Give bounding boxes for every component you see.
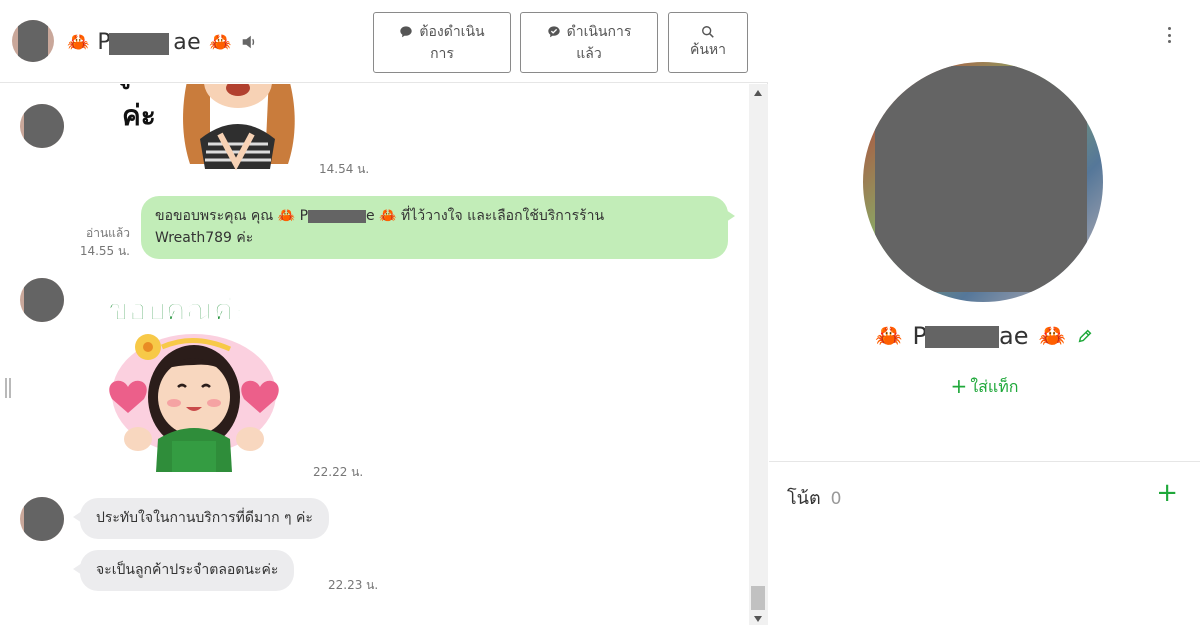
redaction-block: [24, 278, 64, 322]
profile-name-group: 🦀 Pae 🦀: [769, 322, 1200, 350]
message-time: 14.54 น.: [319, 162, 370, 176]
contact-name-suffix: ae: [173, 29, 202, 55]
notes-label: โน้ต: [787, 488, 821, 509]
outgoing-message-bubble[interactable]: ขอขอบพระคุณ คุณ 🦀 P e 🦀 ที่ไว้วางใจ และเล…: [141, 196, 735, 259]
todo-label-line1: ต้องดำเนิน: [419, 23, 485, 40]
message-time: 22.22 น.: [313, 465, 364, 479]
sticker-image[interactable]: ค่ะ จ: [110, 84, 300, 174]
message-time: 22.23 น.: [328, 578, 379, 592]
redaction-block: [18, 20, 48, 62]
add-tag-button[interactable]: + ใส่แท็ก: [769, 374, 1200, 400]
incoming-message-bubble[interactable]: จะเป็นลูกค้าประจำตลอดนะค่ะ: [72, 550, 295, 591]
add-tag-label: ใส่แท็ก: [970, 377, 1019, 396]
search-icon: [701, 25, 715, 39]
scroll-down-arrow-icon[interactable]: [754, 616, 762, 622]
plus-icon: +: [950, 374, 968, 398]
crab-icon: 🦀: [875, 323, 903, 349]
scroll-thumb[interactable]: [751, 586, 765, 610]
sender-avatar[interactable]: [20, 278, 64, 322]
read-time: 14.55 น.: [79, 244, 130, 258]
chat-check-icon: [547, 25, 561, 39]
redaction-block: [109, 32, 170, 55]
message-text: จะเป็นลูกค้าประจำตลอดนะค่ะ: [96, 562, 279, 578]
redaction-block: [24, 104, 64, 148]
scroll-up-arrow-icon[interactable]: [754, 90, 762, 96]
read-receipt: อ่านแล้ว 14.55 น.: [76, 224, 130, 260]
search-button[interactable]: ค้นหา: [668, 12, 748, 73]
done-label-line1: ดำเนินการ: [566, 23, 632, 40]
speaker-icon[interactable]: [240, 33, 258, 51]
message-text: ประทับใจในกานบริการที่ดีมาก ๆ ค่ะ: [96, 510, 313, 526]
contact-avatar[interactable]: [12, 20, 54, 62]
chat-bubble-icon: [399, 25, 413, 39]
more-vertical-icon[interactable]: [1166, 27, 1172, 43]
todo-button[interactable]: ต้องดำเนิน การ: [373, 12, 511, 73]
message-text-part2: e 🦀 ที่ไว้วางใจ และเลือกใช้บริการร้าน: [366, 208, 605, 224]
redaction-block: [924, 326, 999, 348]
profile-panel: 🦀 Pae 🦀 + ใส่แท็ก โน้ต 0 +: [769, 0, 1200, 625]
search-label: ค้นหา: [689, 41, 727, 58]
sticker-text: ค่ะ: [122, 99, 156, 132]
notes-count: 0: [830, 489, 842, 509]
done-label-line2: แล้ว: [576, 45, 602, 62]
profile-name-suffix: ae: [999, 322, 1029, 350]
redaction-block: [875, 66, 1087, 292]
message-text-part1: ขอขอบพระคุณ คุณ 🦀 P: [155, 208, 309, 224]
read-label: อ่านแล้ว: [86, 226, 130, 240]
incoming-message-bubble[interactable]: ประทับใจในกานบริการที่ดีมาก ๆ ค่ะ: [73, 498, 329, 539]
profile-name: Pae: [913, 322, 1029, 350]
pencil-icon[interactable]: [1076, 327, 1094, 345]
message-text-line2: Wreath789 ค่ะ: [155, 230, 254, 246]
add-note-plus-icon[interactable]: +: [1156, 478, 1178, 508]
message-list[interactable]: ค่ะ จ 14.54 น. อ่านแล้ว 14.55 น. ขอขอบพร…: [0, 84, 748, 625]
done-button[interactable]: ดำเนินการ แล้ว: [520, 12, 658, 73]
contact-name-group: 🦀 Pae 🦀: [67, 28, 258, 56]
todo-label-line2: การ: [430, 45, 454, 62]
crab-icon: 🦀: [209, 31, 232, 53]
crab-icon: 🦀: [67, 31, 90, 53]
chat-scrollbar[interactable]: [749, 84, 768, 625]
sticker-text: ขอบคุณค่ะ: [108, 293, 251, 329]
notes-header: โน้ต 0: [787, 483, 842, 512]
sticker-image[interactable]: ขอบคุณค่ะ: [92, 289, 297, 472]
redaction-block: [308, 209, 367, 223]
panel-resize-handle[interactable]: [5, 378, 13, 400]
sender-avatar[interactable]: [20, 104, 64, 148]
divider: [769, 461, 1200, 462]
chat-panel: 🦀 Pae 🦀 ต้องดำเนิน การ ดำเนินการ แล้ว ค้…: [0, 0, 768, 625]
contact-name: Pae: [97, 30, 201, 55]
crab-icon: 🦀: [1038, 323, 1066, 349]
profile-photo[interactable]: [863, 62, 1103, 302]
sender-avatar[interactable]: [20, 497, 64, 541]
redaction-block: [24, 497, 64, 541]
chat-header: 🦀 Pae 🦀 ต้องดำเนิน การ ดำเนินการ แล้ว ค้…: [0, 0, 768, 83]
